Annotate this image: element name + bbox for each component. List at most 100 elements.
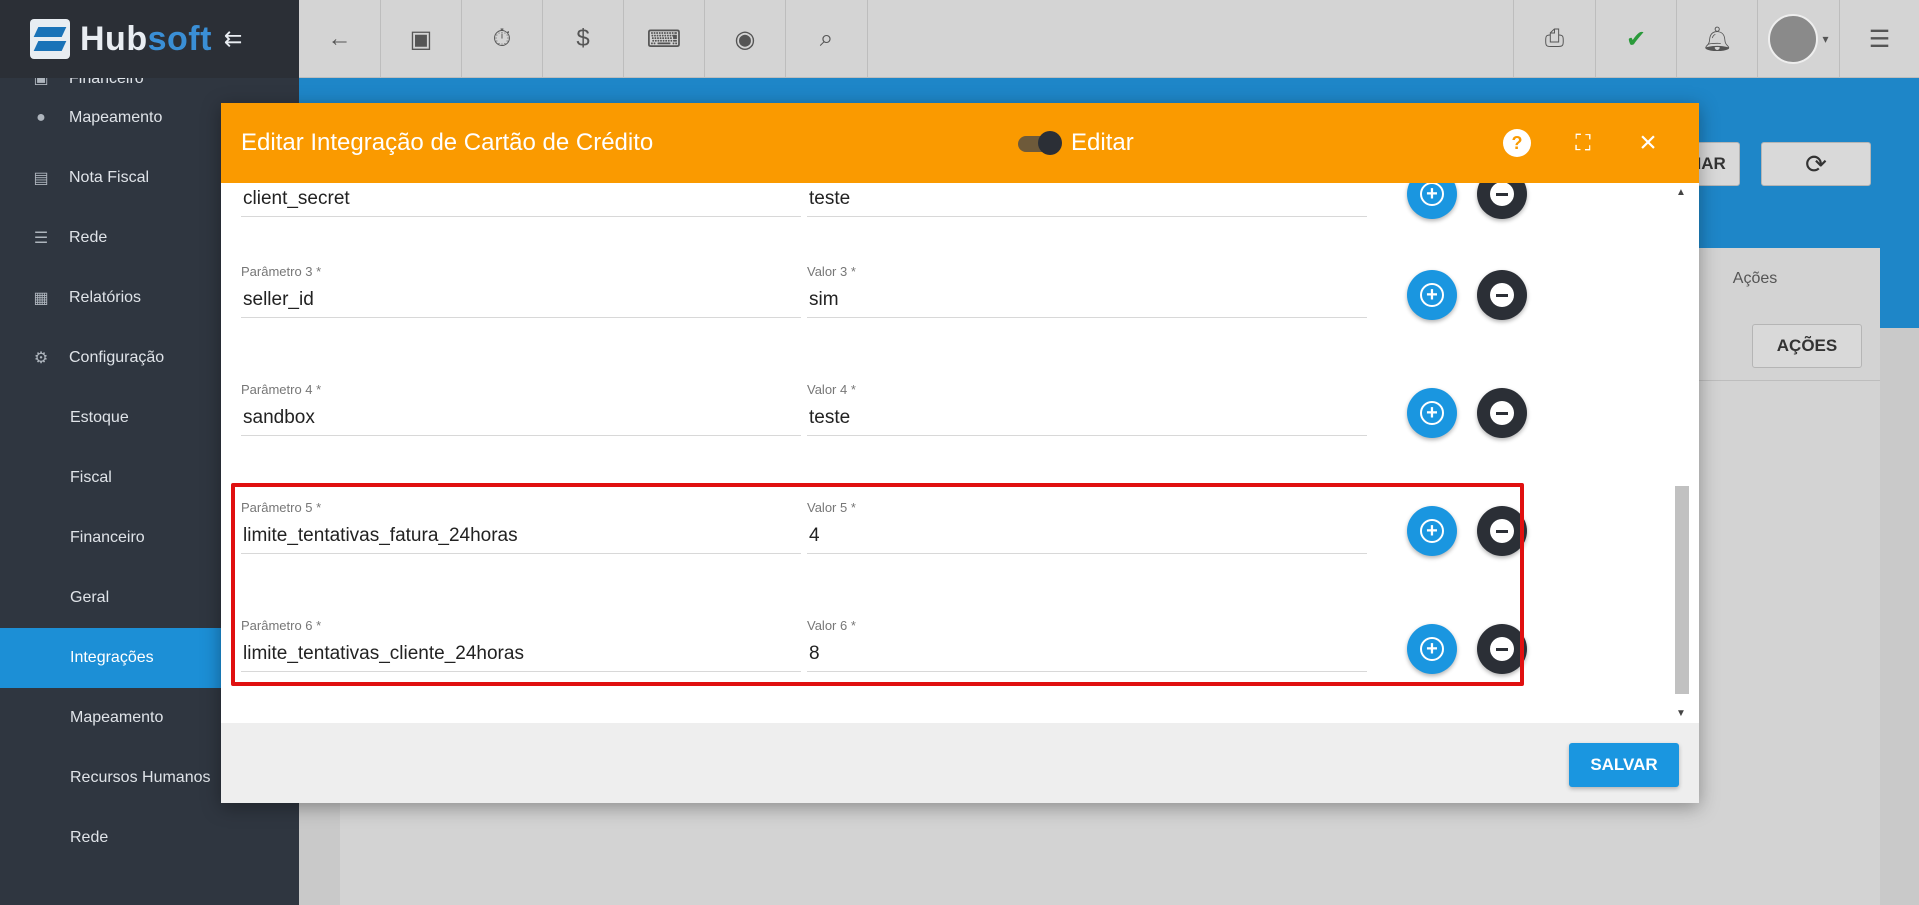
- scroll-up-icon[interactable]: ▲: [1676, 187, 1686, 198]
- plus-icon: +: [1420, 401, 1444, 425]
- edit-integration-modal: Editar Integração de Cartão de Crédito E…: [221, 103, 1699, 803]
- calendar-clock-icon: ⏱: [492, 25, 512, 52]
- tasks-button[interactable]: ✔: [1595, 0, 1676, 78]
- collapse-menu-icon[interactable]: ⇇: [224, 26, 242, 52]
- add-row-button[interactable]: +: [1407, 183, 1457, 219]
- minus-icon: [1490, 283, 1514, 307]
- modal-body: client_secret teste + Parâmetro 3 * sell…: [221, 183, 1699, 723]
- hubsoft-logo-icon: [30, 19, 70, 59]
- sidebar-item-label: Mapeamento: [70, 709, 164, 726]
- clients-button[interactable]: ▣: [381, 0, 462, 78]
- param-row-3: Parâmetro 3 * seller_id Valor 3 * sim +: [241, 264, 1541, 354]
- pdf-button[interactable]: ⎙: [1513, 0, 1595, 78]
- value-input[interactable]: teste: [807, 183, 1367, 217]
- gear-icon: ⚙: [33, 350, 49, 367]
- sidebar-item-label: Rede: [69, 229, 108, 246]
- top-toolbar: ← ▣ ⏱ $ ⌨ ◉ ⌕ ⎙ ✔ 🔔︎ ▾ ☰: [299, 0, 1919, 78]
- bell-icon: 🔔︎: [1701, 25, 1733, 53]
- logo-bar: Hubsoft ⇇: [0, 0, 299, 78]
- value-field[interactable]: teste: [807, 183, 1367, 217]
- sidebar-item-financeiro-partial[interactable]: ▣ Financeiro: [0, 78, 299, 88]
- finance-button[interactable]: $: [543, 0, 624, 78]
- notifications-button[interactable]: 🔔︎: [1676, 0, 1757, 78]
- map-pin-icon: ●: [36, 109, 46, 126]
- sidebar-item-label: Recursos Humanos: [70, 769, 211, 786]
- modal-footer: SALVAR: [221, 723, 1699, 803]
- sidebar-subitem-rede[interactable]: Rede: [0, 808, 299, 868]
- param-field[interactable]: client_secret: [241, 183, 801, 217]
- remove-row-button[interactable]: [1477, 388, 1527, 438]
- minus-icon: [1490, 401, 1514, 425]
- dollar-icon: $: [576, 25, 590, 52]
- fullscreen-icon[interactable]: ⛶: [1569, 129, 1597, 157]
- terminal-icon: ⌨: [646, 25, 682, 53]
- param-field[interactable]: Parâmetro 3 * seller_id: [241, 264, 801, 318]
- sidebar-item-label: Nota Fiscal: [69, 169, 150, 186]
- pdf-icon: ⎙: [1544, 25, 1565, 52]
- schedule-button[interactable]: ⏱: [462, 0, 543, 78]
- value-field[interactable]: Valor 3 * sim: [807, 264, 1367, 318]
- search-icon: ⌕: [819, 25, 834, 52]
- close-icon[interactable]: ×: [1634, 126, 1662, 159]
- value-input[interactable]: sim: [807, 282, 1367, 318]
- network-icon: ☰: [33, 230, 49, 247]
- value-label: Valor 3 *: [807, 264, 856, 279]
- avatar: [1768, 14, 1819, 64]
- check-message-icon: ✔: [1625, 25, 1647, 53]
- param-label: Parâmetro 3 *: [241, 264, 322, 279]
- add-row-button[interactable]: +: [1407, 270, 1457, 320]
- acoes-button[interactable]: AÇÕES: [1752, 324, 1862, 368]
- arrow-left-icon: ←: [327, 25, 352, 52]
- refresh-button[interactable]: ⟳: [1761, 142, 1871, 186]
- hubsoft-logo-text: Hubsoft: [80, 19, 212, 58]
- sidebar-item-label: Rede: [70, 829, 109, 846]
- param-input[interactable]: sandbox: [241, 400, 801, 436]
- list-menu-button[interactable]: ☰: [1839, 0, 1919, 78]
- sidebar-item-label: Geral: [70, 589, 110, 606]
- modal-scrollbar[interactable]: ▲ ▼: [1673, 183, 1689, 723]
- param-row-4: Parâmetro 4 * sandbox Valor 4 * teste +: [241, 382, 1541, 472]
- plus-icon: +: [1420, 283, 1444, 307]
- param-input[interactable]: client_secret: [241, 183, 801, 217]
- sidebar-item-label: Financeiro: [70, 529, 145, 546]
- report-icon: ▦: [33, 290, 49, 307]
- value-label: Valor 4 *: [807, 382, 856, 397]
- value-field[interactable]: Valor 4 * teste: [807, 382, 1367, 436]
- terminal-button[interactable]: ⌨: [624, 0, 705, 78]
- modal-title: Editar Integração de Cartão de Crédito: [241, 129, 654, 156]
- sidebar-item-label: Mapeamento: [69, 109, 163, 126]
- help-icon[interactable]: ?: [1503, 129, 1531, 157]
- edit-toggle[interactable]: [1018, 130, 1062, 156]
- sidebar-item-label: Relatórios: [69, 289, 142, 306]
- scroll-down-icon[interactable]: ▼: [1676, 708, 1686, 719]
- remove-row-button[interactable]: [1477, 270, 1527, 320]
- sidebar-item-label: Fiscal: [70, 469, 112, 486]
- param-row-2: client_secret teste +: [241, 183, 1541, 253]
- document-icon: ▤: [33, 170, 49, 187]
- save-button[interactable]: SALVAR: [1569, 743, 1679, 787]
- sidebar-item-label: Estoque: [70, 409, 129, 426]
- param-input[interactable]: seller_id: [241, 282, 801, 318]
- add-row-button[interactable]: +: [1407, 388, 1457, 438]
- param-field[interactable]: Parâmetro 4 * sandbox: [241, 382, 801, 436]
- plus-icon: +: [1420, 183, 1444, 206]
- sidebar-item-label: Integrações: [70, 649, 154, 666]
- contact-card-icon: ▣: [409, 25, 433, 53]
- sidebar-item-label: Financeiro: [69, 78, 144, 87]
- eye-icon: ◉: [734, 25, 756, 53]
- chevron-down-icon: ▾: [1822, 32, 1829, 46]
- user-menu[interactable]: ▾: [1757, 0, 1839, 78]
- view-button[interactable]: ◉: [705, 0, 786, 78]
- highlight-box: [231, 483, 1524, 686]
- list-icon: ☰: [1868, 25, 1891, 53]
- modal-header: Editar Integração de Cartão de Crédito E…: [221, 103, 1699, 183]
- search-button[interactable]: ⌕: [786, 0, 868, 78]
- money-icon: ▣: [33, 78, 49, 87]
- back-button[interactable]: ←: [299, 0, 381, 78]
- minus-icon: [1490, 183, 1514, 206]
- sidebar-item-label: Configuração: [69, 349, 165, 366]
- edit-toggle-label: Editar: [1071, 129, 1134, 156]
- scrollbar-thumb[interactable]: [1675, 486, 1689, 694]
- value-input[interactable]: teste: [807, 400, 1367, 436]
- remove-row-button[interactable]: [1477, 183, 1527, 219]
